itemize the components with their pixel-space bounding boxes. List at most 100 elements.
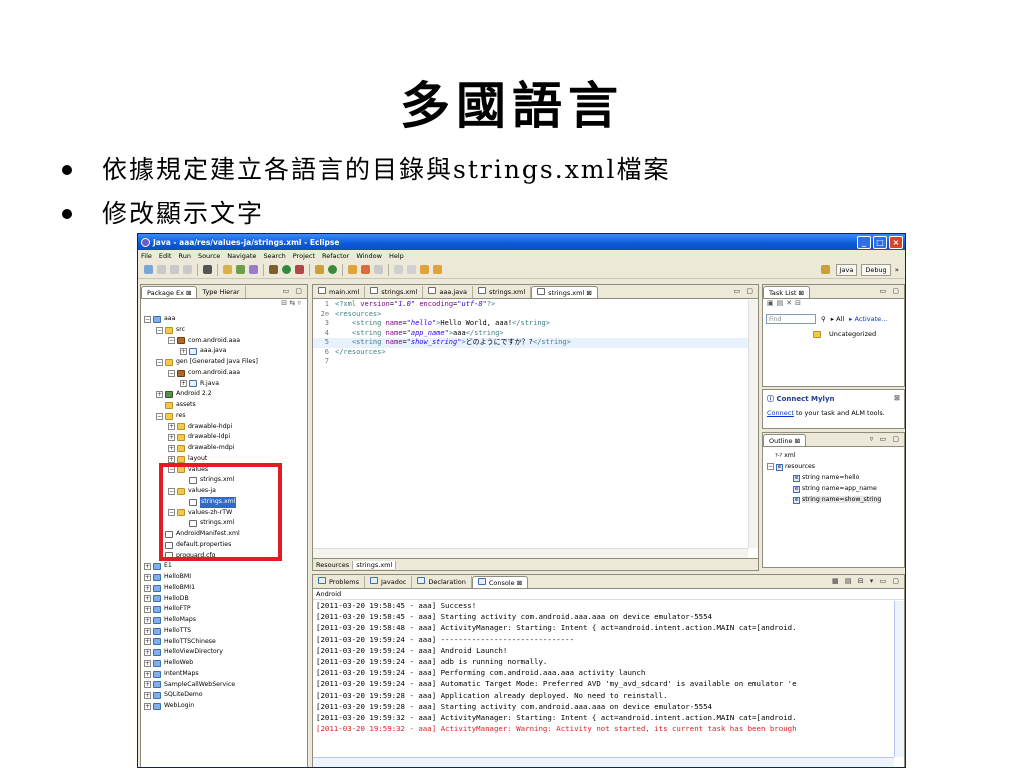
all-filter-link[interactable]: ▸ All <box>831 315 844 323</box>
tree-item[interactable]: + IntentMaps <box>144 669 307 680</box>
expand-toggle-icon[interactable]: + <box>144 606 151 614</box>
console-vertical-scrollbar[interactable] <box>894 601 904 757</box>
tree-item[interactable]: + HelloMaps <box>144 615 307 626</box>
close-tab-icon[interactable]: ⊠ <box>584 289 591 297</box>
expand-toggle-icon[interactable]: + <box>144 584 151 592</box>
tree-item[interactable]: + drawable-hdpi <box>144 422 307 433</box>
expand-toggle-icon[interactable]: + <box>144 573 151 581</box>
tab-task-list[interactable]: Task List ⊠ <box>763 286 810 298</box>
menu-help[interactable]: Help <box>389 252 404 260</box>
link-with-editor-icon[interactable]: ⇆ <box>289 299 295 307</box>
task-find-input[interactable]: Find <box>766 314 816 324</box>
activate-link[interactable]: ▸ Activate... <box>849 315 887 323</box>
mylyn-connect-link[interactable]: Connect <box>767 409 794 417</box>
tree-item[interactable]: assets <box>144 400 307 411</box>
expand-toggle-icon[interactable]: + <box>156 391 163 399</box>
forward-icon[interactable] <box>433 265 442 274</box>
expand-toggle-icon[interactable]: + <box>180 380 187 388</box>
collapse-all-icon[interactable]: ⊟ <box>281 299 287 307</box>
save-icon[interactable] <box>157 265 166 274</box>
expand-toggle-icon[interactable] <box>156 402 163 409</box>
more-perspectives-icon[interactable]: » <box>895 266 899 274</box>
outline-item[interactable]: e string name=show_string <box>767 494 904 505</box>
tab-type-hierarchy[interactable]: Type Hierar <box>197 286 246 298</box>
view-menu-icon[interactable]: ▿ <box>297 299 301 307</box>
console-horizontal-scrollbar[interactable] <box>313 757 894 767</box>
new-task-icon[interactable]: ▣ <box>767 299 777 307</box>
tree-item[interactable]: + HelloDB <box>144 594 307 605</box>
tab-editor-file[interactable]: strings.xml <box>473 286 532 298</box>
minimize-button[interactable]: _ <box>857 235 871 249</box>
expand-toggle-icon[interactable]: + <box>144 563 151 571</box>
open-folder-icon[interactable] <box>348 265 357 274</box>
tab-editor-file[interactable]: strings.xml <box>365 286 424 298</box>
panel-minimize-maximize-icon[interactable]: ▭ ▢ <box>880 287 901 295</box>
debug-icon[interactable] <box>269 265 278 274</box>
delete-icon[interactable]: ✕ <box>786 299 795 307</box>
expand-toggle-icon[interactable]: + <box>144 702 151 710</box>
perspective-java-button[interactable]: Java <box>835 263 858 276</box>
expand-toggle-icon[interactable]: − <box>168 337 175 345</box>
tree-item[interactable]: + HelloFTP <box>144 604 307 615</box>
menu-source[interactable]: Source <box>198 252 220 260</box>
tree-item[interactable]: − res <box>144 411 307 422</box>
tree-item[interactable]: − com.android.aaa <box>144 336 307 347</box>
outline-item[interactable]: ?-? xml <box>767 450 904 461</box>
expand-toggle-icon[interactable]: + <box>144 649 151 657</box>
open-perspective-icon[interactable] <box>820 265 830 274</box>
expand-toggle-icon[interactable]: + <box>144 692 151 700</box>
menu-search[interactable]: Search <box>263 252 285 260</box>
close-icon[interactable]: ⊠ <box>894 394 900 402</box>
tree-item[interactable]: + WebLogin <box>144 701 307 712</box>
expand-toggle-icon[interactable]: + <box>144 616 151 624</box>
tree-item[interactable]: + HelloTTSChinese <box>144 637 307 648</box>
menu-edit[interactable]: Edit <box>159 252 172 260</box>
outline-item[interactable]: e string name=app_name <box>767 483 904 494</box>
save-all-icon[interactable] <box>170 265 179 274</box>
close-button[interactable]: × <box>889 235 903 249</box>
menu-run[interactable]: Run <box>178 252 190 260</box>
expand-toggle-icon[interactable]: − <box>156 358 163 366</box>
expand-toggle-icon[interactable]: − <box>767 463 774 470</box>
menu-navigate[interactable]: Navigate <box>227 252 256 260</box>
menu-project[interactable]: Project <box>293 252 315 260</box>
perspective-debug-button[interactable]: Debug <box>861 263 891 276</box>
console-output[interactable]: [2011-03-20 19:58:45 - aaa] Success! [201… <box>313 600 904 734</box>
window-titlebar[interactable]: Java - aaa/res/values-ja/strings.xml - E… <box>138 234 905 250</box>
tab-outline[interactable]: Outline ⊠ <box>763 434 807 446</box>
tree-item[interactable]: + aaa.java <box>144 346 307 357</box>
run-icon[interactable] <box>282 265 291 274</box>
new-icon[interactable] <box>144 265 153 274</box>
expand-toggle-icon[interactable]: + <box>180 348 187 356</box>
expand-toggle-icon[interactable]: − <box>156 412 163 420</box>
menu-window[interactable]: Window <box>356 252 382 260</box>
tab-package-explorer[interactable]: Package Ex ⊠ <box>141 286 198 298</box>
expand-toggle-icon[interactable]: − <box>144 315 151 323</box>
tree-item[interactable]: + SQLiteDemo <box>144 690 307 701</box>
new-project-icon[interactable] <box>236 265 245 274</box>
android-sdk-icon[interactable] <box>203 265 212 274</box>
expand-toggle-icon[interactable]: + <box>144 659 151 667</box>
expand-toggle-icon[interactable]: + <box>144 627 151 635</box>
panel-minimize-maximize-icon[interactable]: ▭ ▢ <box>734 287 755 295</box>
expand-toggle-icon[interactable]: − <box>156 326 163 334</box>
tab-javadoc[interactable]: Javadoc <box>365 576 413 588</box>
prev-annotation-icon[interactable] <box>407 265 416 274</box>
expand-toggle-icon[interactable]: + <box>144 670 151 678</box>
new-class-icon[interactable] <box>315 265 324 274</box>
collapse-icon[interactable]: ⊟ <box>795 299 804 307</box>
tree-item[interactable]: + R.java <box>144 379 307 390</box>
pin-icon[interactable] <box>374 265 383 274</box>
editor-horizontal-scrollbar[interactable] <box>313 548 748 558</box>
expand-toggle-icon[interactable]: + <box>144 681 151 689</box>
open-type-icon[interactable] <box>223 265 232 274</box>
code-editor[interactable]: 1 <?xml version = "1.0" encoding = "utf-8" ?> 2… <box>313 300 748 548</box>
expand-toggle-icon[interactable]: + <box>144 638 151 646</box>
menu-file[interactable]: File <box>141 252 152 260</box>
console-toolbar-icons[interactable]: ▦ ▤ ⊟ ▾ ▭ ▢ <box>832 577 901 585</box>
tree-item[interactable]: + HelloTTS <box>144 626 307 637</box>
tab-problems[interactable]: Problems <box>313 576 365 588</box>
menu-refactor[interactable]: Refactor <box>322 252 349 260</box>
expand-toggle-icon[interactable]: + <box>144 595 151 603</box>
task-category-row[interactable]: Uncategorized <box>763 327 904 341</box>
